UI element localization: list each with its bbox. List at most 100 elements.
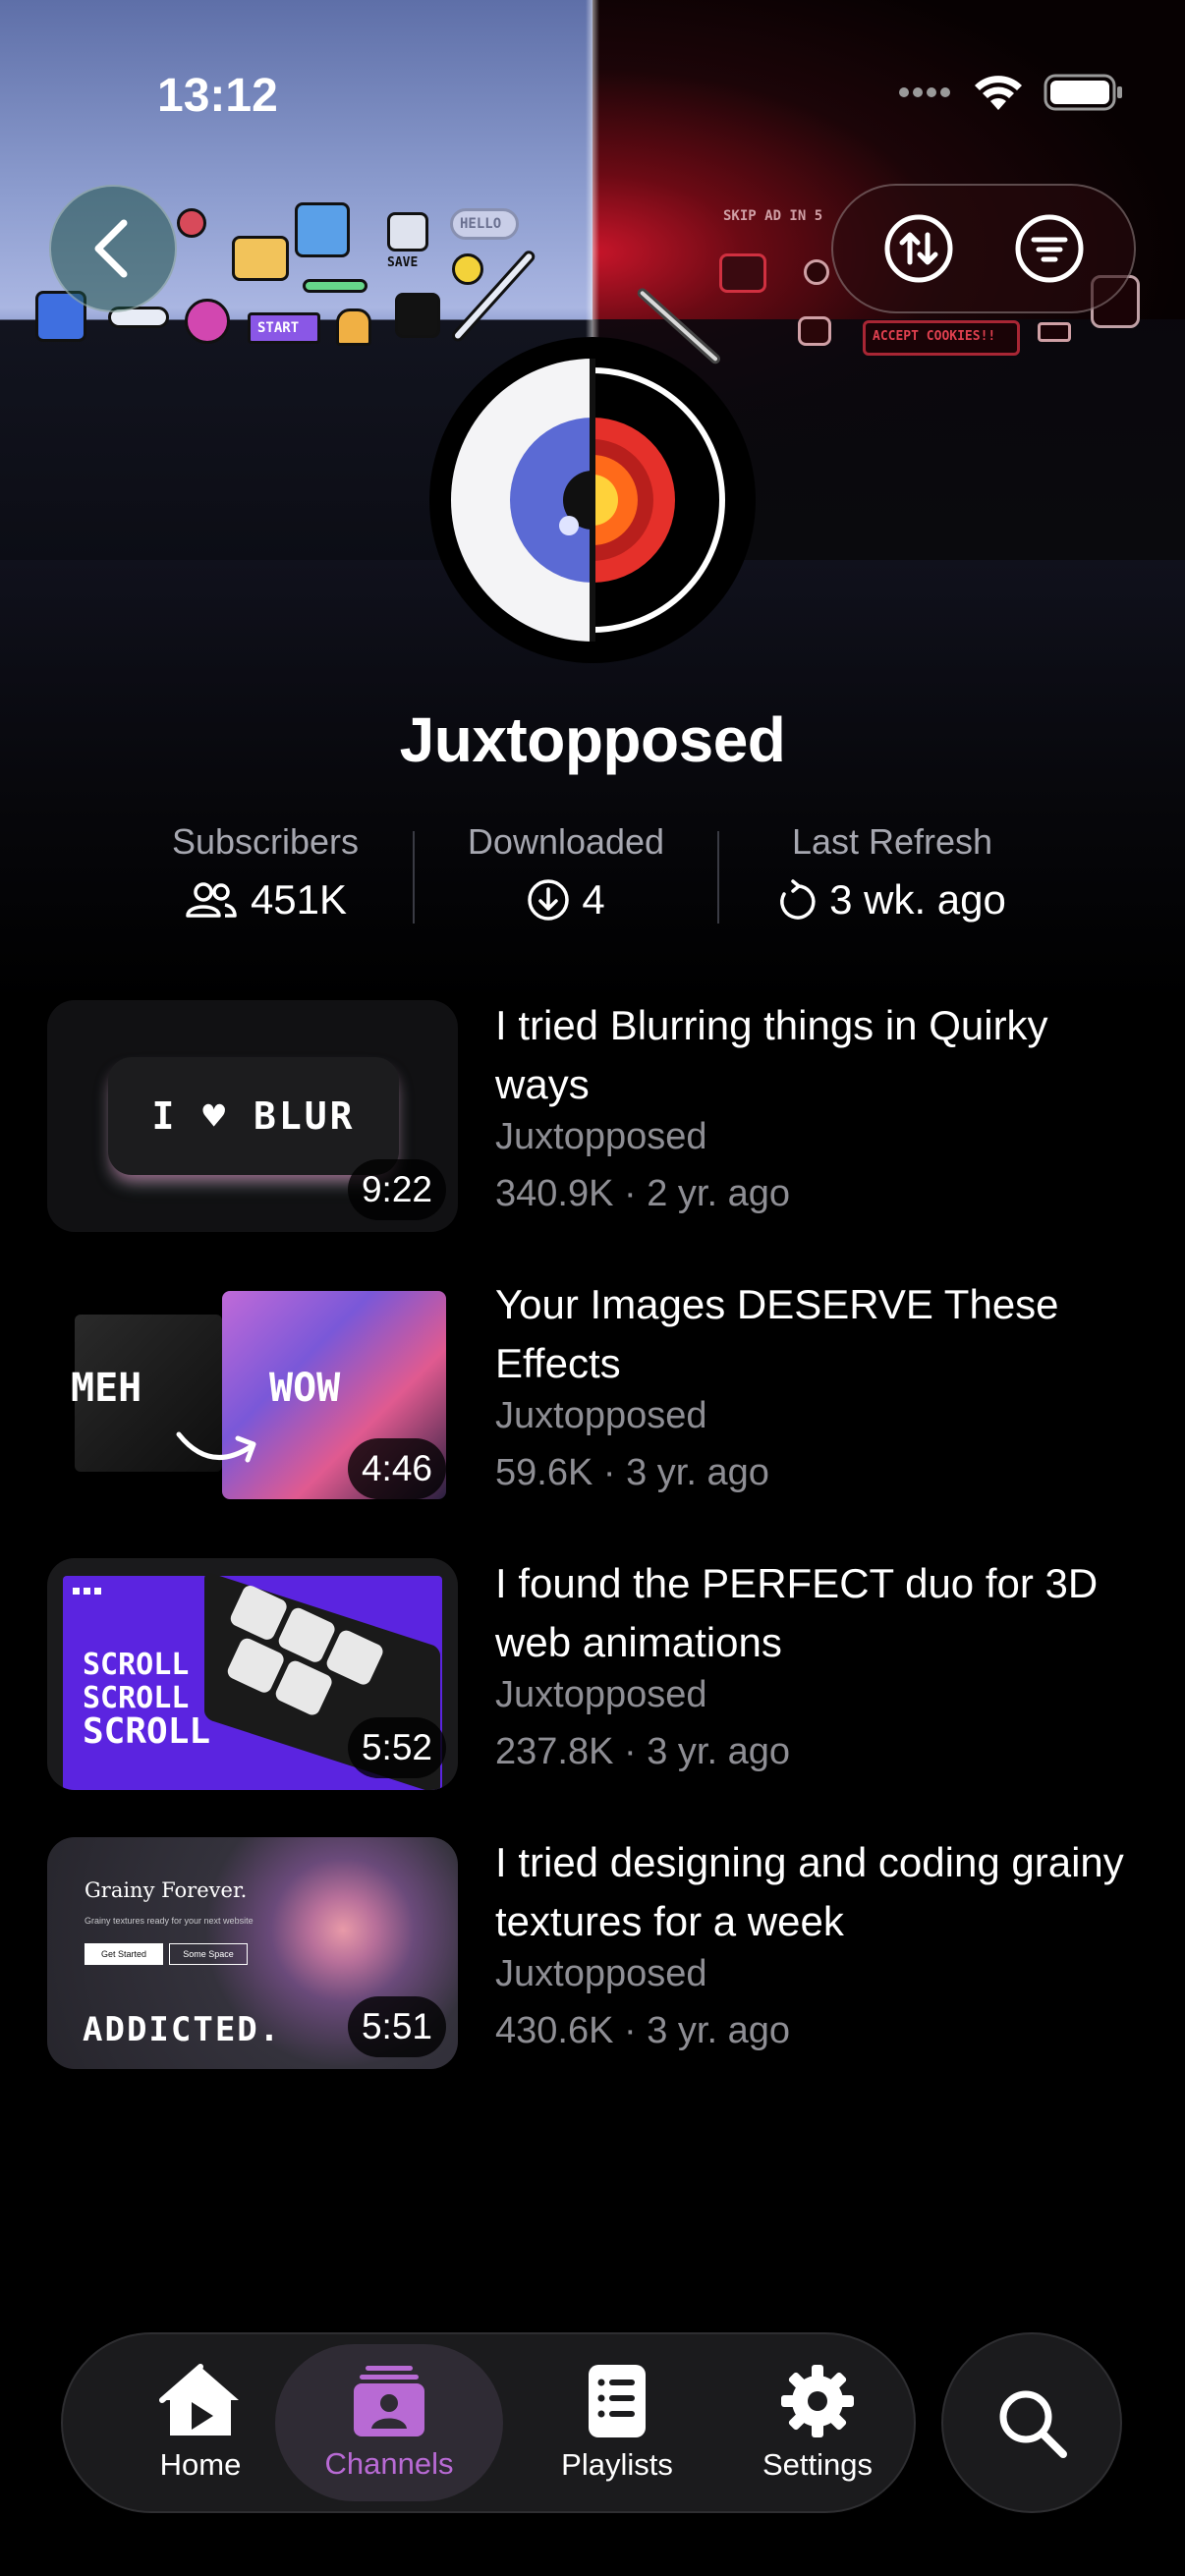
video-row[interactable]: SCROLL SCROLL SCROLL 5:52 I found the PE…	[47, 1558, 1148, 1792]
blur-badge: I ♥ BLUR	[108, 1057, 399, 1175]
scroll-line: SCROLL	[83, 1711, 211, 1752]
save-label: SAVE	[387, 255, 419, 270]
stat-divider	[717, 831, 719, 924]
back-button[interactable]	[49, 185, 177, 312]
thumb-dots	[73, 1588, 101, 1595]
robot-icon	[719, 253, 766, 293]
cellular-dots-icon	[899, 87, 950, 97]
video-channel: Juxtopposed	[495, 1116, 707, 1157]
filter-lines-icon	[1015, 214, 1083, 283]
tab-label: Settings	[762, 2447, 873, 2482]
video-channel: Juxtopposed	[495, 1395, 707, 1436]
tab-settings[interactable]: Settings	[719, 2334, 916, 2511]
battery-doodle	[1038, 322, 1071, 342]
flower-icon	[177, 208, 206, 238]
stat-value-row: 4	[438, 876, 694, 924]
stat-label: Last Refresh	[791, 821, 993, 862]
start-label: START	[257, 320, 300, 336]
header-action-group	[831, 184, 1136, 313]
channel-avatar	[429, 337, 756, 663]
video-row[interactable]: Grainy Forever. Grainy textures ready fo…	[47, 1837, 1148, 2071]
angry-face-icon	[395, 293, 440, 338]
thumb-subtitle: Grainy textures ready for your next webs…	[85, 1916, 254, 1926]
tab-home[interactable]: Home	[108, 2334, 293, 2511]
stat-value-row: 451K	[138, 876, 393, 924]
scroll-line: SCROLL	[83, 1648, 190, 1682]
home-play-icon	[159, 2364, 239, 2436]
video-row[interactable]: I ♥ BLUR 9:22 I tried Blurring things in…	[47, 1000, 1148, 1234]
megaphone-icon	[798, 316, 831, 346]
video-meta: 430.6K · 3 yr. ago	[495, 2010, 790, 2051]
stat-divider	[413, 831, 415, 924]
subscriber-count: 451K	[250, 876, 348, 923]
playlists-icon	[589, 2365, 646, 2437]
stat-label: Subscribers	[171, 821, 360, 862]
stat-value-row: 3 wk. ago	[743, 876, 1042, 924]
thumb-text: I ♥ BLUR	[151, 1094, 356, 1138]
video-title: I tried Blurring things in Quirky ways	[495, 1002, 1048, 1107]
thumb-scroll-text: SCROLL SCROLL SCROLL	[83, 1648, 211, 1752]
tab-label: Channels	[324, 2446, 454, 2481]
gear-icon	[781, 2365, 854, 2437]
sort-arrows-icon	[884, 214, 952, 283]
finder-face-icon	[295, 202, 350, 257]
status-time: 13:12	[157, 70, 278, 122]
video-channel: Juxtopposed	[495, 1674, 707, 1715]
video-meta: 237.8K · 3 yr. ago	[495, 1731, 790, 1772]
last-refresh-value: 3 wk. ago	[829, 876, 1006, 923]
stat-label: Downloaded	[467, 821, 665, 862]
video-title: I found the PERFECT duo for 3D web anima…	[495, 1560, 1099, 1665]
skip-ad-label: SKIP AD IN 5	[723, 208, 823, 224]
floppy-save-icon	[387, 212, 428, 252]
curved-arrow-icon	[176, 1431, 256, 1463]
stat-last-refresh: Last Refresh 3 wk. ago	[743, 821, 1042, 924]
video-duration: 9:22	[347, 1159, 446, 1220]
accept-cookies-label: ACCEPT COOKIES!!	[873, 329, 996, 344]
video-row[interactable]: MEH WOW 4:46 Your Images DESERVE These E…	[47, 1279, 1148, 1513]
video-title: I tried designing and coding grainy text…	[495, 1839, 1124, 1944]
tab-label: Playlists	[561, 2447, 673, 2482]
thumb-btn: Some Space	[169, 1943, 248, 1965]
filter-button[interactable]	[1010, 209, 1089, 288]
scroll-line: SCROLL	[83, 1681, 190, 1715]
bell-icon	[336, 308, 371, 346]
wifi-icon	[975, 76, 1022, 110]
video-thumbnail[interactable]: Grainy Forever. Grainy textures ready fo…	[47, 1837, 458, 2069]
stat-downloaded: Downloaded 4	[438, 821, 694, 924]
tab-label: Home	[159, 2447, 242, 2482]
half-eye-avatar-icon	[435, 343, 750, 657]
music-note-icon	[185, 299, 230, 344]
tab-channels[interactable]: Channels	[275, 2344, 503, 2501]
video-meta: 340.9K · 2 yr. ago	[495, 1173, 790, 1214]
hello-label: HELLO	[460, 216, 502, 232]
tab-playlists[interactable]: Playlists	[519, 2334, 715, 2511]
thumb-heading: Grainy Forever.	[85, 1878, 248, 1902]
status-icons	[898, 73, 1124, 112]
video-meta: 59.6K · 3 yr. ago	[495, 1452, 769, 1493]
video-title: Your Images DESERVE These Effects	[495, 1281, 1059, 1386]
smiley-icon	[452, 253, 483, 285]
search-button[interactable]	[941, 2332, 1122, 2513]
video-duration: 4:46	[347, 1438, 446, 1499]
thumb-text-right: WOW	[269, 1366, 341, 1411]
people-icon	[186, 882, 237, 918]
search-icon	[999, 2390, 1067, 2458]
video-duration: 5:51	[347, 1996, 446, 2057]
downloaded-count: 4	[582, 876, 605, 923]
progress-doodle	[303, 279, 367, 293]
channel-title: Juxtopposed	[399, 704, 786, 775]
video-channel: Juxtopposed	[495, 1953, 707, 1994]
video-thumbnail[interactable]: I ♥ BLUR 9:22	[47, 1000, 458, 1232]
refresh-icon	[780, 879, 816, 920]
video-thumbnail[interactable]: SCROLL SCROLL SCROLL 5:52	[47, 1558, 458, 1790]
chevron-left-icon	[94, 219, 128, 278]
channels-icon	[354, 2366, 424, 2436]
battery-icon	[1044, 74, 1122, 111]
stat-subscribers: Subscribers 451K	[138, 821, 393, 924]
sun-icon	[804, 259, 829, 285]
sort-button[interactable]	[879, 209, 958, 288]
thumb-text-left: MEH	[71, 1366, 142, 1411]
video-thumbnail[interactable]: MEH WOW 4:46	[47, 1279, 458, 1511]
thumb-btn: Get Started	[85, 1943, 163, 1965]
folder-icon	[232, 236, 289, 281]
